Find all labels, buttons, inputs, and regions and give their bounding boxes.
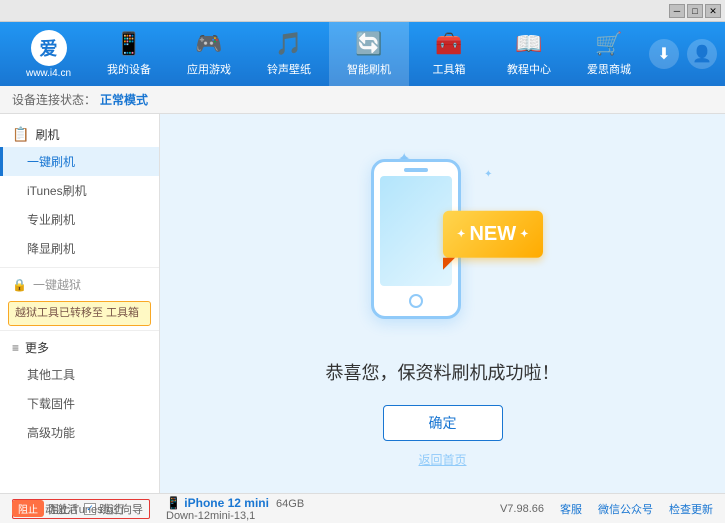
- logo-text: www.i4.cn: [26, 68, 71, 79]
- nav-label-smart-flash: 智能刷机: [347, 61, 391, 77]
- maximize-button[interactable]: □: [687, 4, 703, 18]
- new-badge-container: ✦ NEW ✦: [443, 211, 542, 258]
- sidebar-item-advanced[interactable]: 高级功能: [0, 418, 159, 447]
- minimize-button[interactable]: ─: [669, 4, 685, 18]
- tutorial-icon: 📖: [515, 31, 542, 57]
- nav-label-apps-games: 应用游戏: [187, 61, 231, 77]
- phone-screen: [380, 176, 452, 286]
- top-nav: 爱 www.i4.cn 📱 我的设备 🎮 应用游戏 🎵 铃声壁纸 🔄 智能刷机 …: [0, 22, 725, 86]
- nav-label-ringtones: 铃声壁纸: [267, 61, 311, 77]
- stop-itunes-button[interactable]: 阻止: [12, 500, 44, 517]
- shop-icon: 🛒: [595, 31, 622, 57]
- nav-item-my-device[interactable]: 📱 我的设备: [89, 22, 169, 86]
- device-name: iPhone 12 mini: [184, 496, 269, 510]
- sidebar-divider-1: [0, 267, 159, 268]
- nav-item-smart-flash[interactable]: 🔄 智能刷机: [329, 22, 409, 86]
- sidebar-item-jailbreak-locked: 🔒 一键越狱: [0, 272, 159, 297]
- sidebar-item-pro-flash[interactable]: 专业刷机: [0, 205, 159, 234]
- content-area: ✦ ✦ ✦ ✦ NEW ✦ 恭喜您，保资料刷机成功啦！: [160, 114, 725, 493]
- status-value: 正常模式: [100, 91, 148, 108]
- star-left: ✦: [457, 229, 465, 240]
- nav-label-my-device: 我的设备: [107, 61, 151, 77]
- star-right: ✦: [520, 229, 528, 240]
- status-bar: 设备连接状态： 正常模式: [0, 86, 725, 114]
- flash-section-label: 刷机: [35, 126, 59, 143]
- confirm-button[interactable]: 确定: [383, 405, 503, 441]
- new-badge: ✦ NEW ✦: [443, 211, 542, 258]
- ribbon-tail: [443, 258, 455, 270]
- success-text: 恭喜您，保资料刷机成功啦！: [326, 359, 560, 385]
- smart-flash-icon: 🔄: [355, 31, 382, 57]
- sidebar-item-reduce-flash[interactable]: 降显刷机: [0, 234, 159, 263]
- lock-icon: 🔒: [12, 278, 27, 292]
- nav-item-apps-games[interactable]: 🎮 应用游戏: [169, 22, 249, 86]
- sidebar-divider-2: [0, 330, 159, 331]
- sparkle-2: ✦: [484, 169, 492, 180]
- new-text: NEW: [469, 223, 516, 246]
- itunes-stop-area: 阻止 阻止iTunes运行: [0, 494, 137, 523]
- phone-home-button: [409, 294, 423, 308]
- sidebar: 📋 刷机 一键刷机 iTunes刷机 专业刷机 降显刷机 🔒 一键越狱 越狱工具…: [0, 114, 160, 493]
- wechat-link[interactable]: 微信公众号: [598, 501, 653, 517]
- logo-icon: 爱: [31, 30, 67, 66]
- main-layout: 📋 刷机 一键刷机 iTunes刷机 专业刷机 降显刷机 🔒 一键越狱 越狱工具…: [0, 114, 725, 493]
- download-button[interactable]: ⬇: [649, 39, 679, 69]
- close-button[interactable]: ✕: [705, 4, 721, 18]
- update-link[interactable]: 检查更新: [669, 501, 713, 517]
- nav-items: 📱 我的设备 🎮 应用游戏 🎵 铃声壁纸 🔄 智能刷机 🧰 工具箱 📖 教程中心…: [89, 22, 649, 86]
- ringtones-icon: 🎵: [275, 31, 302, 57]
- support-link[interactable]: 客服: [560, 501, 582, 517]
- device-info: 📱 iPhone 12 mini 64GB Down-12mini-13,1: [166, 496, 304, 522]
- flash-section-icon: 📋: [12, 126, 29, 143]
- sidebar-more-section[interactable]: ≡ 更多: [0, 335, 159, 360]
- toolbox-icon: 🧰: [435, 31, 462, 57]
- phone-speaker: [404, 168, 428, 172]
- nav-item-ringtones[interactable]: 🎵 铃声壁纸: [249, 22, 329, 86]
- sidebar-section-flash[interactable]: 📋 刷机: [0, 122, 159, 147]
- apps-games-icon: 🎮: [195, 31, 222, 57]
- bottom-bar: ✓ 自动激活 ✓ 跳过向导 📱 iPhone 12 mini 64GB Down…: [0, 493, 725, 523]
- device-storage: 64GB: [276, 498, 304, 510]
- status-label: 设备连接状态：: [12, 91, 96, 108]
- more-icon: ≡: [12, 341, 19, 355]
- nav-item-shop[interactable]: 🛒 爱思商城: [569, 22, 649, 86]
- phone-device-icon: 📱: [166, 496, 184, 510]
- title-bar: ─ □ ✕: [0, 0, 725, 22]
- return-link[interactable]: 返回首页: [418, 451, 466, 468]
- sidebar-item-one-key-flash[interactable]: 一键刷机: [0, 147, 159, 176]
- sidebar-item-itunes-flash[interactable]: iTunes刷机: [0, 176, 159, 205]
- version-label: V7.98.66: [500, 503, 544, 515]
- nav-right: ⬇ 👤: [649, 39, 717, 69]
- nav-item-tutorial[interactable]: 📖 教程中心: [489, 22, 569, 86]
- nav-label-shop: 爱思商城: [587, 61, 631, 77]
- bottom-right: V7.98.66 客服 微信公众号 检查更新: [500, 501, 713, 517]
- my-device-icon: 📱: [115, 31, 142, 57]
- device-firmware: Down-12mini-13,1: [166, 510, 255, 522]
- sidebar-item-other-tools[interactable]: 其他工具: [0, 360, 159, 389]
- nav-label-tutorial: 教程中心: [507, 61, 551, 77]
- nav-label-toolbox: 工具箱: [433, 61, 466, 77]
- logo: 爱 www.i4.cn: [8, 30, 89, 79]
- sidebar-item-download-firmware[interactable]: 下载固件: [0, 389, 159, 418]
- user-button[interactable]: 👤: [687, 39, 717, 69]
- sidebar-warning: 越狱工具已转移至 工具箱: [8, 301, 151, 326]
- nav-item-toolbox[interactable]: 🧰 工具箱: [409, 22, 489, 86]
- phone-illustration: ✦ ✦ ✦ ✦ NEW ✦: [343, 139, 543, 339]
